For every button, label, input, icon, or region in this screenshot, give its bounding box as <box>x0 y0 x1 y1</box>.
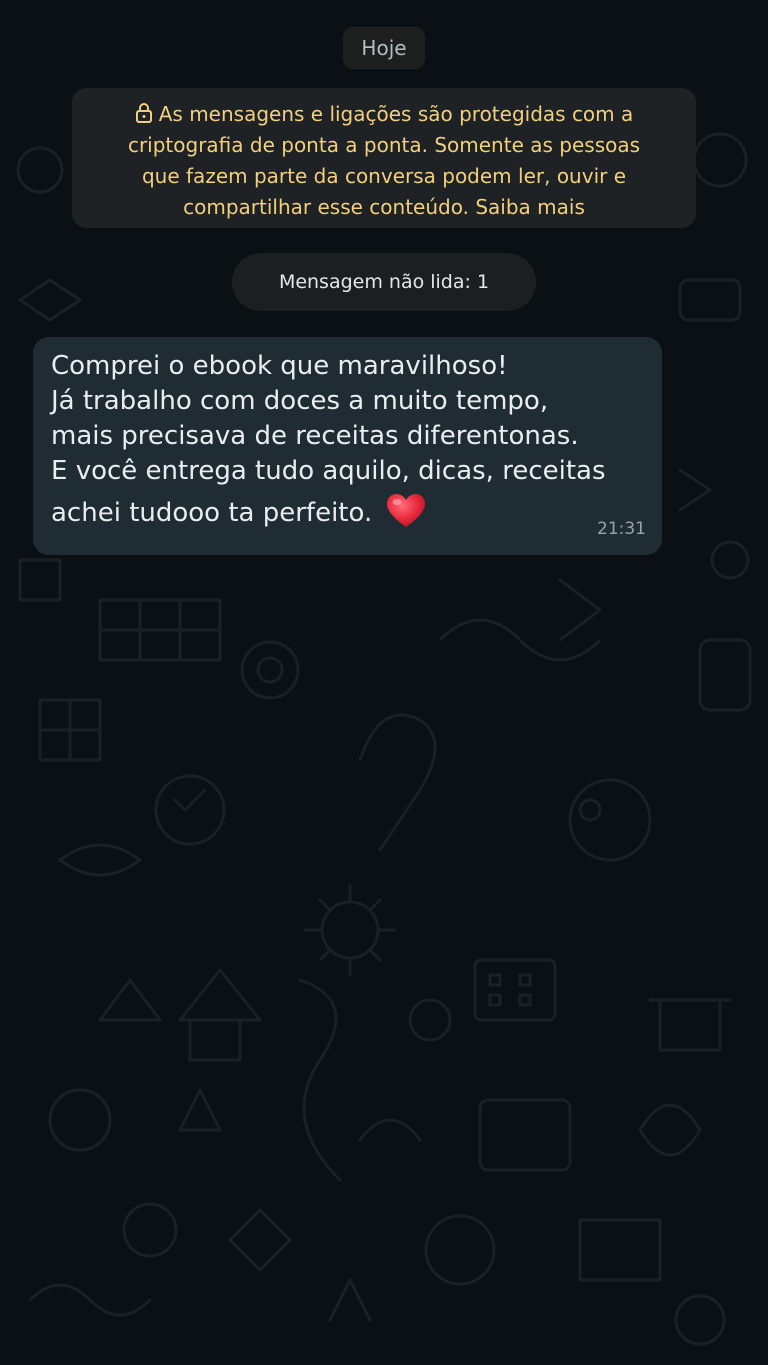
message-line: E você entrega tudo aquilo, dicas, recei… <box>51 456 606 486</box>
date-label: Hoje <box>361 36 407 60</box>
heart-emoji-icon <box>387 494 426 527</box>
unread-label: Mensagem não lida: 1 <box>278 271 490 293</box>
date-divider: Hoje <box>343 27 425 69</box>
encryption-line: compartilhar esse conteúdo. Saiba mais <box>183 195 585 219</box>
lock-icon <box>135 103 152 123</box>
message-line: Já trabalho com doces a muito tempo, <box>51 386 549 416</box>
message-line: Comprei o ebook que maravilhoso! <box>51 351 508 381</box>
message-line-text: achei tudooo ta perfeito. <box>51 498 373 528</box>
encryption-line: que fazem parte da conversa podem ler, o… <box>141 164 627 188</box>
message-line-last: achei tudooo ta perfeito. <box>51 493 642 531</box>
message-time: 21:31 <box>597 519 646 539</box>
encryption-line: As mensagens e ligações são protegidas c… <box>90 99 678 130</box>
incoming-message-bubble[interactable]: Comprei o ebook que maravilhoso! Já trab… <box>33 337 662 555</box>
encryption-notice[interactable]: As mensagens e ligações são protegidas c… <box>72 88 696 228</box>
encryption-line: criptografia de ponta a ponta. Somente a… <box>127 133 641 157</box>
chat-area[interactable]: Hoje As mensagens e ligações são protegi… <box>0 0 768 1365</box>
unread-messages-divider: Mensagem não lida: 1 <box>232 253 536 311</box>
message-line: mais precisava de receitas diferentonas. <box>51 421 579 451</box>
